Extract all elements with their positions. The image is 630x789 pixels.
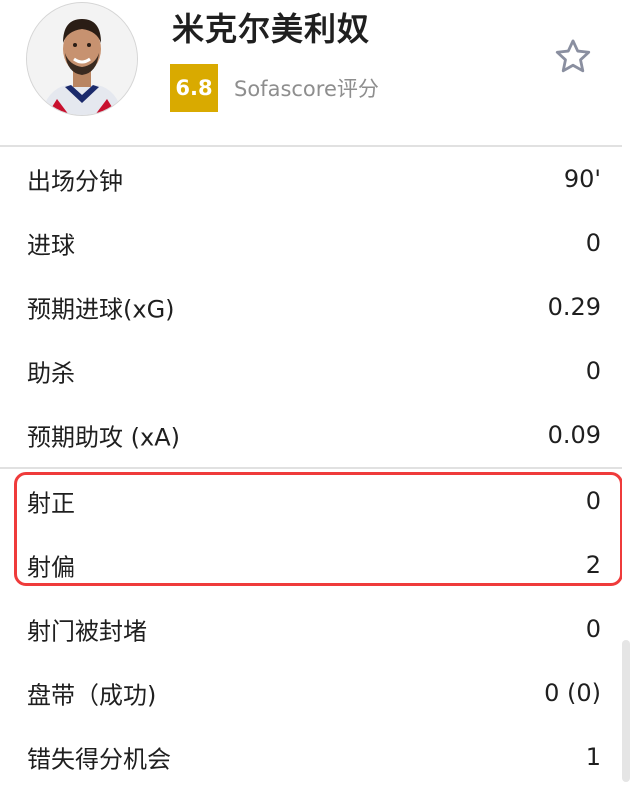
stat-value: 2 [585, 551, 601, 579]
stat-row-xg: 预期进球(xG) 0.29 [0, 275, 622, 339]
stat-row-minutes: 出场分钟 90' [0, 147, 622, 211]
stats-list: 出场分钟 90' 进球 0 预期进球(xG) 0.29 助杀 0 预期助攻 (x… [0, 147, 622, 789]
star-icon[interactable] [552, 36, 594, 78]
stat-row-shots-on-target: 射正 0 [0, 469, 622, 533]
stat-label: 射偏 [27, 553, 75, 582]
stat-label: 盘带（成功) [27, 681, 157, 710]
player-header: 米克尔美利奴 6.8 Sofascore评分 [0, 0, 630, 145]
rating-badge: 6.8 [170, 64, 218, 112]
stat-value: 0 [585, 615, 601, 643]
stat-value: 90' [563, 165, 601, 193]
stat-value: 0 [585, 229, 601, 257]
stat-row-shots-off-target: 射偏 2 [0, 533, 622, 597]
stat-value: 0 (0) [544, 679, 601, 707]
stat-value: 0.09 [547, 421, 601, 449]
stat-value: 0.29 [547, 293, 601, 321]
rating-label: Sofascore评分 [234, 77, 379, 101]
stat-label: 进球 [27, 231, 75, 260]
stat-label: 助杀 [27, 359, 75, 388]
stat-row-assists: 助杀 0 [0, 339, 622, 403]
stat-row-goals: 进球 0 [0, 211, 622, 275]
player-name: 米克尔美利奴 [172, 10, 371, 48]
stat-label: 射正 [27, 489, 75, 518]
stat-value: 1 [585, 743, 601, 771]
stat-label: 预期助攻 (xA) [27, 423, 180, 452]
stat-label: 预期进球(xG) [27, 295, 175, 324]
stat-label: 射门被封堵 [27, 617, 147, 646]
stat-label: 错失得分机会 [27, 745, 171, 774]
stat-value: 0 [585, 487, 601, 515]
stat-row-shots-blocked: 射门被封堵 0 [0, 597, 622, 661]
scrollbar-thumb[interactable] [622, 640, 630, 782]
player-avatar[interactable] [26, 2, 138, 116]
stat-row-big-chances-missed: 错失得分机会 1 [0, 725, 622, 789]
stat-value: 0 [585, 357, 601, 385]
stat-label: 出场分钟 [27, 167, 123, 196]
stat-row-xa: 预期助攻 (xA) 0.09 [0, 403, 622, 467]
stat-row-dribbles: 盘带（成功) 0 (0) [0, 661, 622, 725]
